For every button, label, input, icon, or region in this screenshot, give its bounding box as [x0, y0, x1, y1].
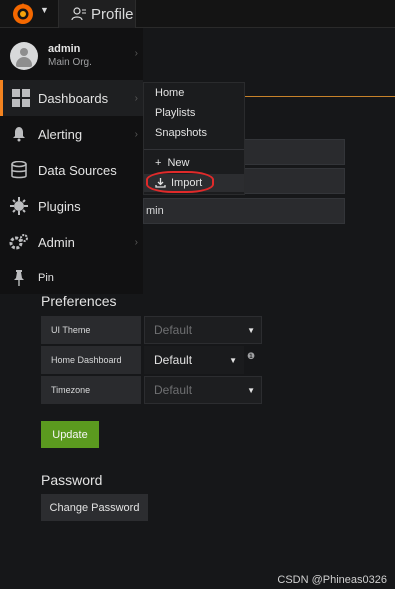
grafana-panel: ▼ Profile min admin Main Org. › Dashboar… — [0, 0, 395, 589]
sidebar-item-label: Pin — [38, 272, 54, 284]
database-icon — [11, 161, 27, 179]
side-menu: admin Main Org. › Dashboards › Alerting … — [0, 28, 143, 294]
grafana-logo-icon[interactable] — [11, 2, 35, 26]
change-password-button[interactable]: Change Password — [41, 494, 148, 521]
user-org: Main Org. — [48, 57, 92, 68]
ui-theme-select[interactable]: Default ▼ — [144, 316, 262, 344]
user-name: admin — [48, 43, 81, 55]
sidebar-item-label: Dashboards — [38, 90, 109, 106]
sidebar-item-pin[interactable]: Pin — [0, 260, 143, 296]
ui-theme-value: Default — [154, 323, 193, 337]
top-navbar: ▼ Profile — [0, 0, 395, 28]
submenu-item-import[interactable]: Import — [144, 174, 244, 192]
cogs-icon — [9, 234, 28, 250]
dashboards-submenu: Home Playlists Snapshots + New Import — [143, 82, 245, 195]
avatar — [10, 42, 38, 70]
chevron-down-icon: ▼ — [247, 325, 255, 335]
screen: ▼ Profile min admin Main Org. › Dashboar… — [0, 0, 400, 589]
chevron-right-icon: › — [134, 48, 138, 59]
sidebar-item-admin[interactable]: Admin › — [0, 224, 143, 260]
profile-field-stub-3: min — [143, 198, 345, 224]
plug-icon — [10, 197, 28, 215]
submenu-divider — [144, 149, 244, 150]
dashboards-grid-icon — [11, 89, 30, 107]
user-menu-item[interactable]: admin Main Org. › — [0, 28, 143, 80]
update-button[interactable]: Update — [41, 421, 99, 448]
sidebar-item-label: Plugins — [38, 198, 81, 214]
watermark: CSDN @Phineas0326 — [277, 574, 387, 586]
sidebar-item-label: Data Sources — [38, 162, 117, 178]
sidebar-item-alerting[interactable]: Alerting › — [0, 116, 143, 152]
submenu-item-snapshots[interactable]: Snapshots — [155, 127, 207, 139]
sidebar-item-plugins[interactable]: Plugins — [0, 188, 143, 224]
download-icon — [155, 178, 166, 188]
chevron-down-icon: ▼ — [229, 355, 237, 365]
tab-profile[interactable]: Profile — [58, 0, 136, 28]
sidebar-item-label: Alerting — [38, 126, 83, 142]
ui-theme-label: UI Theme — [41, 316, 141, 344]
home-dashboard-value: Default — [154, 353, 193, 367]
timezone-label: Timezone — [41, 376, 141, 404]
password-title: Password — [41, 472, 103, 488]
submenu-item-import-label: Import — [171, 177, 203, 189]
page-header-divider — [245, 96, 395, 97]
pin-icon — [14, 270, 24, 286]
sidebar-item-label: Admin — [38, 234, 75, 250]
plus-icon: + — [155, 157, 162, 169]
user-icon — [71, 7, 86, 21]
chevron-right-icon: › — [134, 128, 138, 140]
timezone-select[interactable]: Default ▼ — [144, 376, 262, 404]
info-icon[interactable]: ❶ — [247, 351, 255, 362]
sidebar-item-dashboards[interactable]: Dashboards › — [0, 80, 143, 116]
home-dashboard-select[interactable]: Default ▼ — [144, 346, 244, 374]
submenu-item-home[interactable]: Home — [155, 87, 184, 99]
submenu-item-new-label: New — [167, 157, 190, 169]
sidebar-item-data-sources[interactable]: Data Sources — [0, 152, 143, 188]
logo-caret-icon[interactable]: ▼ — [40, 5, 49, 15]
profile-field-partial-text: min — [146, 205, 164, 217]
chevron-right-icon: › — [134, 92, 138, 104]
chevron-down-icon: ▼ — [247, 385, 255, 395]
bell-icon — [13, 127, 25, 142]
home-dashboard-label: Home Dashboard — [41, 346, 141, 374]
submenu-item-new[interactable]: + New — [144, 154, 244, 172]
tab-profile-label: Profile — [91, 5, 134, 23]
chevron-right-icon: › — [134, 236, 138, 248]
timezone-value: Default — [154, 383, 193, 397]
preferences-title: Preferences — [41, 293, 117, 309]
submenu-item-playlists[interactable]: Playlists — [155, 107, 195, 119]
